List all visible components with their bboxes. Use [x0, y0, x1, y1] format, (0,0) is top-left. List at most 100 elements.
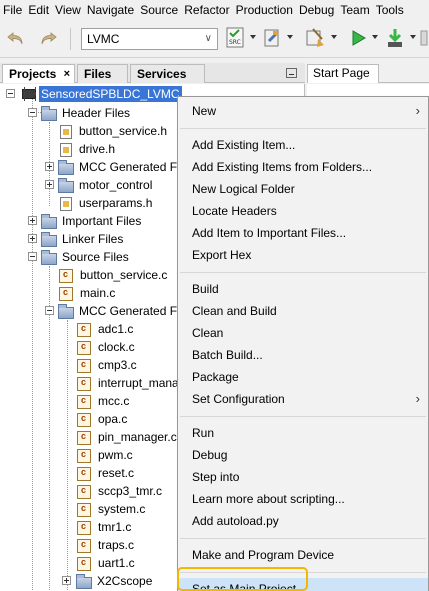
tree-node-file[interactable]: opa.c [76, 410, 129, 428]
close-icon[interactable]: × [64, 65, 70, 83]
file-label: tmr1.c [98, 520, 132, 534]
dropdown-arrow-icon[interactable] [250, 35, 256, 39]
tree-node-file[interactable]: traps.c [76, 536, 136, 554]
tree-node-x2cscope[interactable]: X2Cscope [76, 572, 154, 590]
menu-production[interactable]: Production [233, 0, 296, 20]
menu-refactor[interactable]: Refactor [181, 0, 232, 20]
c-file-icon [77, 466, 91, 481]
tree-node-file[interactable]: button_service.c [58, 266, 169, 284]
file-label: uart1.c [98, 556, 135, 570]
tree-node-file[interactable]: userparams.h [58, 194, 154, 212]
header-file-icon [60, 142, 72, 157]
collapse-toggle[interactable] [6, 89, 15, 98]
tree-node-file[interactable]: mcc.c [76, 392, 131, 410]
menu-debug[interactable]: Debug [296, 0, 337, 20]
context-item-label: Add Existing Items from Folders... [192, 160, 373, 174]
c-file-icon [77, 394, 91, 409]
expand-toggle[interactable] [45, 180, 54, 189]
configuration-select[interactable]: LVMC ∨ [81, 28, 218, 50]
context-item-build[interactable]: Build [178, 278, 428, 300]
context-item-batch-build[interactable]: Batch Build... [178, 344, 428, 366]
context-item-step-into[interactable]: Step into [178, 466, 428, 488]
tree-node-file[interactable]: main.c [58, 284, 117, 302]
context-item-package[interactable]: Package [178, 366, 428, 388]
tree-connector [32, 96, 33, 591]
undo-icon[interactable] [4, 26, 28, 50]
menu-team[interactable]: Team [337, 0, 372, 20]
menu-view[interactable]: View [52, 0, 84, 20]
context-item-export-hex[interactable]: Export Hex [178, 244, 428, 266]
tree-node-file[interactable]: reset.c [76, 464, 136, 482]
collapse-toggle[interactable] [28, 252, 37, 261]
file-label: mcc.c [98, 394, 130, 408]
context-item-add-existing-items-from-folders[interactable]: Add Existing Items from Folders... [178, 156, 428, 178]
context-item-new-logical-folder[interactable]: New Logical Folder [178, 178, 428, 200]
menu-file[interactable]: File [0, 0, 25, 20]
context-item-add-autoload-py[interactable]: Add autoload.py [178, 510, 428, 532]
tab-projects[interactable]: Projects × [2, 64, 75, 83]
menu-tools[interactable]: Tools [373, 0, 407, 20]
clean-build-icon[interactable] [303, 26, 327, 50]
tree-node-file[interactable]: sccp3_tmr.c [76, 482, 164, 500]
folder-icon [41, 105, 57, 121]
collapse-toggle[interactable] [28, 108, 37, 117]
tree-node-file[interactable]: pin_manager.c [76, 428, 179, 446]
tab-services[interactable]: Services [130, 64, 205, 83]
tree-node-file[interactable]: button_service.h [58, 122, 169, 140]
context-item-new[interactable]: New › [178, 100, 428, 122]
tree-node-source-files[interactable]: Source Files [41, 248, 131, 266]
menu-source[interactable]: Source [137, 0, 181, 20]
context-item-clean[interactable]: Clean [178, 322, 428, 344]
menu-edit[interactable]: Edit [25, 0, 52, 20]
file-label: button_service.c [80, 268, 168, 282]
dropdown-arrow-icon[interactable] [287, 35, 293, 39]
tab-files[interactable]: Files [77, 64, 128, 83]
tree-node-file[interactable]: drive.h [58, 140, 117, 158]
build-icon[interactable] [260, 26, 284, 50]
minimize-panel-icon[interactable] [286, 68, 297, 78]
tree-node-important-files[interactable]: Important Files [41, 212, 143, 230]
context-item-debug[interactable]: Debug [178, 444, 428, 466]
tree-node-folder[interactable]: motor_control [58, 176, 154, 194]
c-file-icon [59, 268, 73, 283]
tree-node-file[interactable]: system.c [76, 500, 147, 518]
menu-navigate[interactable]: Navigate [84, 0, 137, 20]
context-item-locate-headers[interactable]: Locate Headers [178, 200, 428, 222]
tree-node-file[interactable]: adc1.c [76, 320, 135, 338]
dropdown-arrow-icon[interactable] [331, 35, 337, 39]
dropdown-arrow-icon[interactable] [372, 35, 378, 39]
tree-node-header-files[interactable]: Header Files [41, 104, 132, 122]
redo-icon[interactable] [36, 26, 60, 50]
file-label: adc1.c [98, 322, 134, 336]
source-files-label: Source Files [62, 250, 129, 264]
context-item-add-item-to-important-files[interactable]: Add Item to Important Files... [178, 222, 428, 244]
dropdown-arrow-icon[interactable] [410, 35, 416, 39]
menu-bar: File Edit View Navigate Source Refactor Produc… [0, 0, 429, 20]
expand-toggle[interactable] [45, 162, 54, 171]
tree-node-file[interactable]: pwm.c [76, 446, 135, 464]
context-item-set-configuration[interactable]: Set Configuration › [178, 388, 428, 410]
context-item-add-existing-item[interactable]: Add Existing Item... [178, 134, 428, 156]
context-item-make-and-program-device[interactable]: Make and Program Device [178, 544, 428, 566]
context-item-run[interactable]: Run [178, 422, 428, 444]
expand-toggle[interactable] [28, 216, 37, 225]
run-icon[interactable] [346, 26, 370, 50]
expand-toggle[interactable] [62, 576, 71, 585]
source-config-icon[interactable]: SRC [224, 26, 248, 50]
folder-label: X2Cscope [97, 574, 153, 588]
tab-start-page[interactable]: Start Page [307, 64, 379, 83]
tree-node-project[interactable]: SensoredSPBLDC_LVMC [19, 85, 182, 103]
tree-node-file[interactable]: uart1.c [76, 554, 137, 572]
tree-node-linker-files[interactable]: Linker Files [41, 230, 125, 248]
program-device-icon[interactable] [383, 26, 407, 50]
collapse-toggle[interactable] [45, 306, 54, 315]
chevron-right-icon: › [415, 391, 420, 406]
context-item-clean-and-build[interactable]: Clean and Build [178, 300, 428, 322]
tree-node-file[interactable]: cmp3.c [76, 356, 139, 374]
tree-node-file[interactable]: clock.c [76, 338, 137, 356]
folder-icon [58, 303, 74, 319]
tree-node-file[interactable]: tmr1.c [76, 518, 133, 536]
context-item-learn-more-about-scripting[interactable]: Learn more about scripting... [178, 488, 428, 510]
more-toolbar-icon[interactable] [419, 26, 429, 50]
expand-toggle[interactable] [28, 234, 37, 243]
